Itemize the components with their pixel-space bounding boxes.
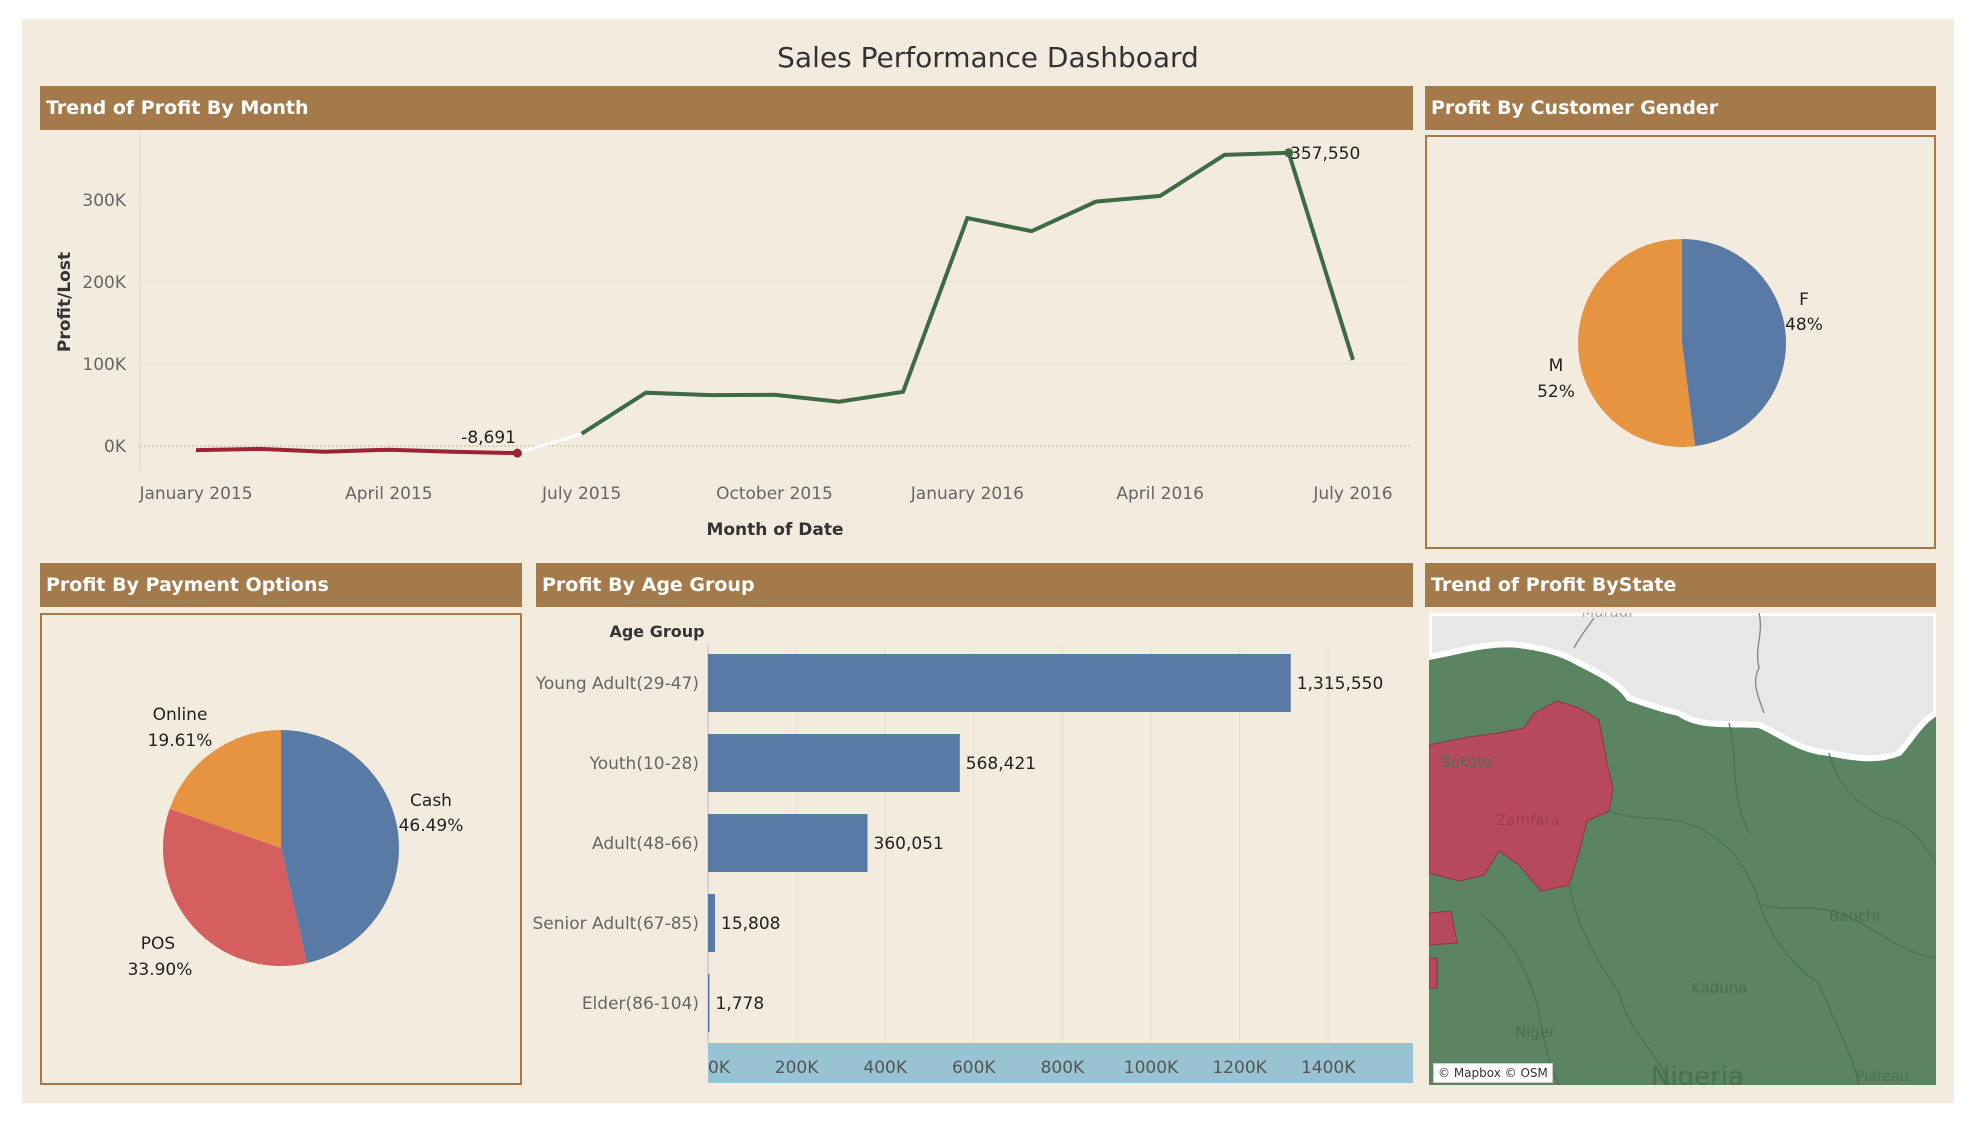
age-category-label: Youth(10-28) [589,754,699,774]
state-map-graphic: Maradi Sokoto Zamfara Bauchi Kaduna Nige… [1429,613,1936,1085]
age-bar [708,974,710,1032]
age-bars: Young Adult(29-47) 1,315,550 Youth(10-28) 5… [533,654,1384,1032]
map-label-zamfara: Zamfara [1496,811,1560,829]
age-x-tick: 1200K [1212,1058,1267,1078]
map-label-sokoto: Sokoto [1441,753,1492,771]
age-value-label: 15,808 [721,914,780,934]
age-x-tick: 400K [863,1058,907,1078]
age-category-label: Young Adult(29-47) [535,674,699,694]
age-value-label: 1,315,550 [1297,674,1384,694]
map-attribution[interactable]: © Mapbox © OSM [1433,1063,1553,1083]
map-label-plateau: Plateau [1856,1069,1908,1085]
map-red-state-3 [1429,957,1438,989]
age-x-tick: 600K [952,1058,996,1078]
age-x-tick: 200K [775,1058,819,1078]
map-label-maradi: Maradi [1581,613,1632,621]
age-bar [708,814,868,872]
age-category-label: Elder(86-104) [582,994,699,1014]
map-label-nigeria: Nigeria [1651,1062,1744,1085]
age-bar [708,654,1291,712]
age-x-tick: 1000K [1124,1058,1179,1078]
state-map[interactable]: Maradi Sokoto Zamfara Bauchi Kaduna Nige… [1429,613,1936,1085]
age-x-tick: 1400K [1301,1058,1356,1078]
age-x-tick: 800K [1041,1058,1085,1078]
age-value-label: 568,421 [966,754,1036,774]
age-value-label: 360,051 [874,834,944,854]
map-label-kaduna: Kaduna [1691,979,1748,997]
map-label-niger: Niger [1515,1023,1556,1041]
age-category-label: Senior Adult(67-85) [533,914,700,934]
age-bar [708,734,960,792]
age-x-tick: 0K [708,1058,731,1078]
age-value-label: 1,778 [716,994,765,1014]
age-group-header: Age Group [609,622,704,641]
age-category-label: Adult(48-66) [592,834,699,854]
map-label-bauchi: Bauchi [1829,907,1880,925]
age-bar [708,894,716,952]
